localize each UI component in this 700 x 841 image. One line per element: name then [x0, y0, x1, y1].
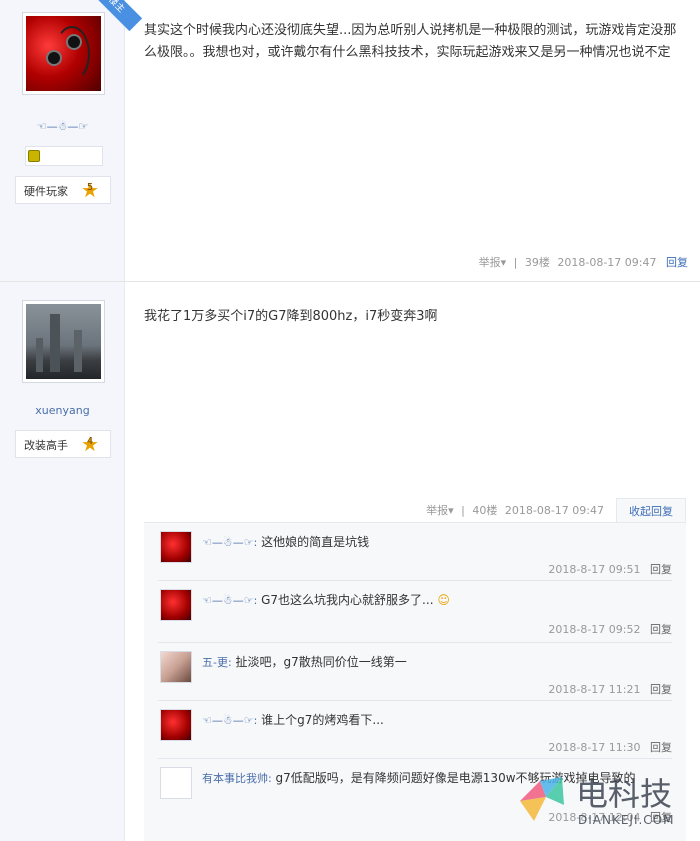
comment-time: 2018-8-17 11:21 — [548, 683, 641, 696]
report-link[interactable]: 举报▾ — [426, 504, 454, 517]
comment-item: ☜—☃—☞: 这他娘的简直是坑钱 2018-8-17 09:51 回复 — [158, 523, 672, 581]
comment-meta: 2018-8-17 09:51 回复 — [548, 561, 672, 577]
comment-text-wrap: 五-更: 扯淡吧，g7散热同价位一线第一 — [202, 653, 668, 672]
post-content: 其实这个时候我内心还没彻底失望...因为总听别人说拷机是一种极限的测试，玩游戏肯… — [144, 23, 677, 60]
medal-icon[interactable] — [28, 150, 40, 162]
watermark-text: 电科技 — [576, 775, 673, 813]
comment-author[interactable]: 五-更: — [202, 656, 232, 669]
comment-author[interactable]: ☜—☃—☞: — [202, 536, 257, 549]
comment-text-wrap: ☜—☃—☞: 这他娘的简直是坑钱 — [202, 533, 668, 552]
avatar-image — [26, 304, 101, 379]
report-link[interactable]: 举报▾ — [479, 256, 507, 269]
comment-author[interactable]: 有本事比我帅: — [202, 772, 272, 785]
comment-time: 2018-8-17 11:30 — [548, 741, 641, 754]
comment-reply-button[interactable]: 回复 — [650, 683, 672, 696]
comment-author[interactable]: ☜—☃—☞: — [202, 714, 257, 727]
avatar[interactable] — [22, 12, 105, 95]
rank-level: 4 — [86, 436, 94, 447]
post-40: xuenyang 改装高手 ★ 4 我花了1万多买个i7的G7降到800hz，i… — [0, 282, 700, 841]
comment-time: 2018-8-17 09:52 — [548, 623, 641, 636]
avatar-image — [26, 16, 101, 91]
comment-avatar[interactable] — [160, 767, 192, 799]
post-time: 2018-08-17 09:47 — [504, 504, 604, 517]
username[interactable]: ☜—☃—☞ — [0, 120, 125, 133]
comment-avatar[interactable] — [160, 589, 192, 621]
rank-level: 5 — [86, 182, 94, 193]
post-body: 其实这个时候我内心还没彻底失望...因为总听别人说拷机是一种极限的测试，玩游戏肯… — [126, 0, 700, 281]
watermark-logo-icon — [520, 777, 564, 821]
site-watermark: 电科技 DIANKEJI.COM — [516, 765, 696, 835]
comment-reply-button[interactable]: 回复 — [650, 563, 672, 576]
comment-item: 五-更: 扯淡吧，g7散热同价位一线第一 2018-8-17 11:21 回复 — [158, 643, 672, 701]
rank-label: 改装高手 — [24, 439, 68, 452]
comment-item: ☜—☃—☞: G7也这么坑我内心就舒服多了... ☺ 2018-8-17 09:… — [158, 581, 672, 643]
comment-text: 这他娘的简直是坑钱 — [261, 535, 370, 549]
floor-number: 39楼 — [524, 256, 550, 269]
avatar[interactable] — [22, 300, 105, 383]
separator: | — [513, 256, 518, 269]
comment-text-wrap: ☜—☃—☞: 谁上个g7的烤鸡看下... — [202, 711, 668, 730]
rank-badge[interactable]: 硬件玩家 ★ 5 — [15, 176, 111, 204]
rank-label: 硬件玩家 — [24, 185, 68, 198]
floor-number: 40楼 — [472, 504, 498, 517]
comment-reply-button[interactable]: 回复 — [650, 623, 672, 636]
post-meta: 举报▾ | 39楼 2018-08-17 09:47 回复 — [475, 254, 688, 270]
comment-text: 扯淡吧，g7散热同价位一线第一 — [235, 655, 407, 669]
comment-author[interactable]: ☜—☃—☞: — [202, 594, 257, 607]
post-meta: 举报▾ | 40楼 2018-08-17 09:47 — [422, 502, 604, 518]
comment-reply-button[interactable]: 回复 — [650, 741, 672, 754]
author-sidebar: 楼主 ☜—☃—☞ 硬件玩家 ★ 5 — [0, 0, 143, 281]
comment-avatar[interactable] — [160, 651, 192, 683]
author-sidebar: xuenyang 改装高手 ★ 4 — [0, 282, 125, 841]
post-content: 我花了1万多买个i7的G7降到800hz，i7秒变奔3啊 — [144, 309, 438, 324]
watermark-subtext: DIANKEJI.COM — [578, 813, 675, 827]
comment-meta: 2018-8-17 11:21 回复 — [548, 681, 672, 697]
post-time: 2018-08-17 09:47 — [557, 256, 657, 269]
comment-text-wrap: ☜—☃—☞: G7也这么坑我内心就舒服多了... ☺ — [202, 591, 668, 610]
comment-avatar[interactable] — [160, 531, 192, 563]
post-39: 楼主 ☜—☃—☞ 硬件玩家 ★ 5 其实这个时候我内心还没彻底失望...因为总听… — [0, 0, 700, 282]
comment-text: G7也这么坑我内心就舒服多了... — [261, 593, 434, 607]
separator: | — [461, 504, 465, 517]
comment-avatar[interactable] — [160, 709, 192, 741]
collapse-replies-button[interactable]: 收起回复 — [616, 498, 686, 523]
comment-meta: 2018-8-17 11:30 回复 — [548, 739, 672, 755]
medal-bar — [25, 146, 103, 166]
comment-text: 谁上个g7的烤鸡看下... — [261, 713, 384, 727]
comment-item: ☜—☃—☞: 谁上个g7的烤鸡看下... 2018-8-17 11:30 回复 — [158, 701, 672, 759]
emoji-icon: ☺ — [437, 593, 450, 607]
username[interactable]: xuenyang — [0, 404, 125, 417]
reply-button[interactable]: 回复 — [666, 256, 688, 269]
comment-time: 2018-8-17 09:51 — [548, 563, 641, 576]
comment-meta: 2018-8-17 09:52 回复 — [548, 621, 672, 637]
post-body: 我花了1万多买个i7的G7降到800hz，i7秒变奔3啊 举报▾ | 40楼 2… — [126, 282, 700, 841]
rank-badge[interactable]: 改装高手 ★ 4 — [15, 430, 111, 458]
